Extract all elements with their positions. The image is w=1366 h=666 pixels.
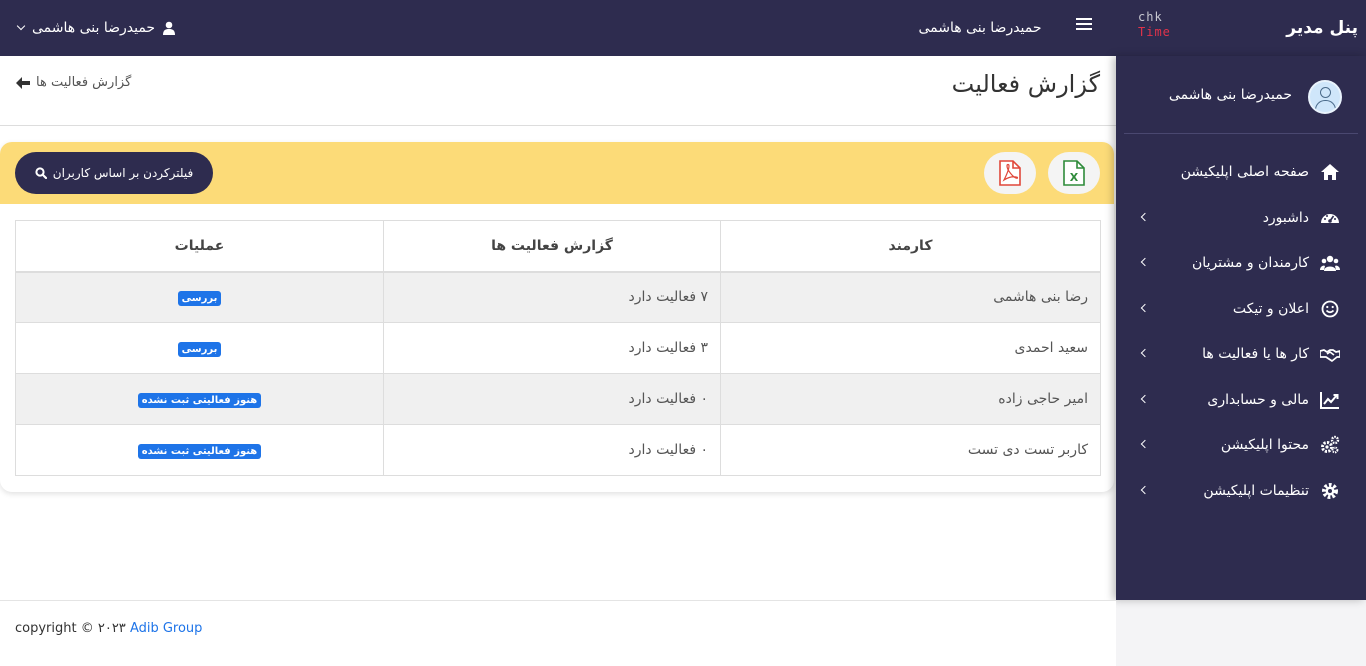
- users-icon: [1320, 255, 1340, 271]
- operations-cell: بررسی: [15, 322, 384, 374]
- no-activity-badge[interactable]: هنوز فعالیتی ثبت نشده: [137, 392, 262, 408]
- search-icon: [35, 167, 47, 179]
- sidebar-item-app-settings[interactable]: تنظیمات اپلیکیشن: [1116, 470, 1366, 516]
- table-row: سعید احمدی ۳ فعالیت دارد بررسی: [15, 322, 1101, 374]
- table-row: رضا بنی هاشمی ۷ فعالیت دارد بررسی: [15, 271, 1101, 323]
- operations-cell: هنوز فعالیتی ثبت نشده: [15, 373, 384, 425]
- chevron-left-icon: [1140, 303, 1150, 312]
- sidebar-item-dashboard[interactable]: داشبورد: [1116, 197, 1366, 243]
- logo-line-1: chk: [1138, 10, 1163, 24]
- activity-cell: ۰ فعالیت دارد: [383, 373, 721, 425]
- chart-line-icon: [1320, 391, 1339, 409]
- home-icon: [1321, 164, 1339, 180]
- avatar: [1308, 80, 1342, 114]
- employee-cell: رضا بنی هاشمی: [720, 271, 1101, 323]
- card-toolbar: فیلترکردن بر اساس کاربران X: [0, 142, 1114, 204]
- dashboard-icon: [1321, 213, 1339, 223]
- employee-cell: کاربر تست دی تست: [720, 424, 1101, 476]
- sidebar-item-label: داشبورد: [1262, 209, 1309, 226]
- sidebar-divider: [1124, 133, 1358, 134]
- filter-button-label: فیلترکردن بر اساس کاربران: [52, 166, 194, 180]
- table-row: کاربر تست دی تست ۰ فعالیت دارد هنوز فعال…: [15, 424, 1101, 476]
- column-header-operations[interactable]: عملیات: [15, 220, 384, 273]
- pdf-file-icon: [999, 160, 1021, 186]
- sidebar-item-label: صفحه اصلی اپلیکیشن: [1180, 164, 1309, 180]
- chevron-left-icon: [1140, 485, 1150, 494]
- sidebar-item-notifications-tickets[interactable]: اعلان و تیکت: [1116, 288, 1366, 334]
- chevron-left-icon: [1140, 439, 1150, 449]
- sidebar-item-finance-accounting[interactable]: مالی و حسابداری: [1116, 379, 1366, 425]
- table-header-row: کارمند گزارش فعالیت ها عملیات: [15, 220, 1101, 273]
- arrow-left-icon: [16, 76, 30, 89]
- chevron-left-icon: [1140, 212, 1150, 221]
- operations-cell: بررسی: [15, 271, 384, 323]
- main-content: گزارش فعالیت گزارش فعالیت ها فیلترکردن ب…: [0, 56, 1116, 600]
- page-title: گزارش فعالیت: [951, 70, 1100, 98]
- footer-text: copyright © ۲۰۲۳ Adib Group: [15, 621, 202, 636]
- gear-icon: [1322, 482, 1338, 499]
- sidebar-item-tasks-activities[interactable]: کار ها یا فعالیت ها: [1116, 333, 1366, 379]
- excel-icon-letter: X: [1070, 171, 1079, 184]
- activity-cell: ۳ فعالیت دارد: [383, 322, 721, 374]
- brand-title[interactable]: پنل مدیر: [1286, 0, 1358, 56]
- sidebar-item-employees-customers[interactable]: کارمندان و مشتریان: [1116, 242, 1366, 288]
- logo-line-2: Time: [1138, 25, 1171, 39]
- no-activity-badge[interactable]: هنوز فعالیتی ثبت نشده: [137, 443, 262, 459]
- app-logo[interactable]: chk Time: [1138, 10, 1190, 44]
- user-dropdown[interactable]: حمیدرضا بنی هاشمی: [16, 0, 176, 56]
- employee-cell: امیر حاجی زاده: [720, 373, 1101, 425]
- chevron-left-icon: [1140, 257, 1150, 267]
- table-row: امیر حاجی زاده ۰ فعالیت دارد هنوز فعالیت…: [15, 373, 1101, 425]
- profile-name: حمیدرضا بنی هاشمی: [1168, 87, 1292, 103]
- excel-file-icon: X: [1063, 160, 1085, 186]
- chevron-left-icon: [1140, 394, 1150, 403]
- copyright-text: copyright © ۲۰۲۳: [15, 621, 126, 636]
- breadcrumb[interactable]: گزارش فعالیت ها: [16, 75, 131, 90]
- chevron-left-icon: [1140, 348, 1150, 358]
- sidebar-item-home[interactable]: صفحه اصلی اپلیکیشن: [1116, 151, 1366, 197]
- sidebar-profile[interactable]: حمیدرضا بنی هاشمی: [1116, 56, 1366, 134]
- sidebar-item-label: محتوا اپلیکیشن: [1220, 437, 1309, 453]
- sidebar-menu: صفحه اصلی اپلیکیشن داشبورد کارمندان و مش…: [1116, 151, 1366, 515]
- user-icon: [163, 21, 176, 35]
- export-excel-button[interactable]: X: [1048, 152, 1100, 194]
- review-badge[interactable]: بررسی: [177, 290, 222, 306]
- footer: copyright © ۲۰۲۳ Adib Group: [0, 600, 1116, 666]
- chevron-down-icon: [16, 21, 26, 31]
- column-header-activity[interactable]: گزارش فعالیت ها: [383, 220, 721, 273]
- filter-by-users-button[interactable]: فیلترکردن بر اساس کاربران: [15, 152, 213, 194]
- activity-cell: ۷ فعالیت دارد: [383, 271, 721, 323]
- review-badge[interactable]: بررسی: [177, 341, 222, 357]
- sidebar-item-label: اعلان و تیکت: [1232, 300, 1309, 317]
- top-navbar: پنل مدیر chk Time حمیدرضا بنی هاشمی حمید…: [0, 0, 1366, 56]
- cogs-icon: [1321, 435, 1340, 454]
- column-header-employee[interactable]: کارمند: [720, 220, 1101, 273]
- top-user-name: حمیدرضا بنی هاشمی: [918, 20, 1042, 36]
- employee-cell: سعید احمدی: [720, 322, 1101, 374]
- sidebar: حمیدرضا بنی هاشمی صفحه اصلی اپلیکیشن داش…: [1116, 56, 1366, 600]
- company-link[interactable]: Adib Group: [130, 621, 203, 636]
- content-divider: [0, 125, 1116, 126]
- smile-icon: [1321, 300, 1339, 317]
- hamburger-menu-icon[interactable]: [1076, 18, 1092, 32]
- operations-cell: هنوز فعالیتی ثبت نشده: [15, 424, 384, 476]
- activity-report-table: کارمند گزارش فعالیت ها عملیات رضا بنی ها…: [15, 220, 1101, 476]
- sidebar-item-label: کار ها یا فعالیت ها: [1202, 346, 1309, 362]
- user-dropdown-label: حمیدرضا بنی هاشمی: [32, 20, 156, 36]
- sidebar-item-app-content[interactable]: محتوا اپلیکیشن: [1116, 424, 1366, 470]
- sidebar-item-label: کارمندان و مشتریان: [1192, 255, 1309, 271]
- handshake-icon: [1320, 349, 1340, 362]
- report-card: فیلترکردن بر اساس کاربران X کارمند گزارش…: [0, 142, 1114, 492]
- breadcrumb-label: گزارش فعالیت ها: [36, 75, 132, 90]
- export-pdf-button[interactable]: [984, 152, 1036, 194]
- sidebar-item-label: مالی و حسابداری: [1207, 391, 1309, 408]
- sidebar-item-label: تنظیمات اپلیکیشن: [1203, 482, 1309, 499]
- activity-cell: ۰ فعالیت دارد: [383, 424, 721, 476]
